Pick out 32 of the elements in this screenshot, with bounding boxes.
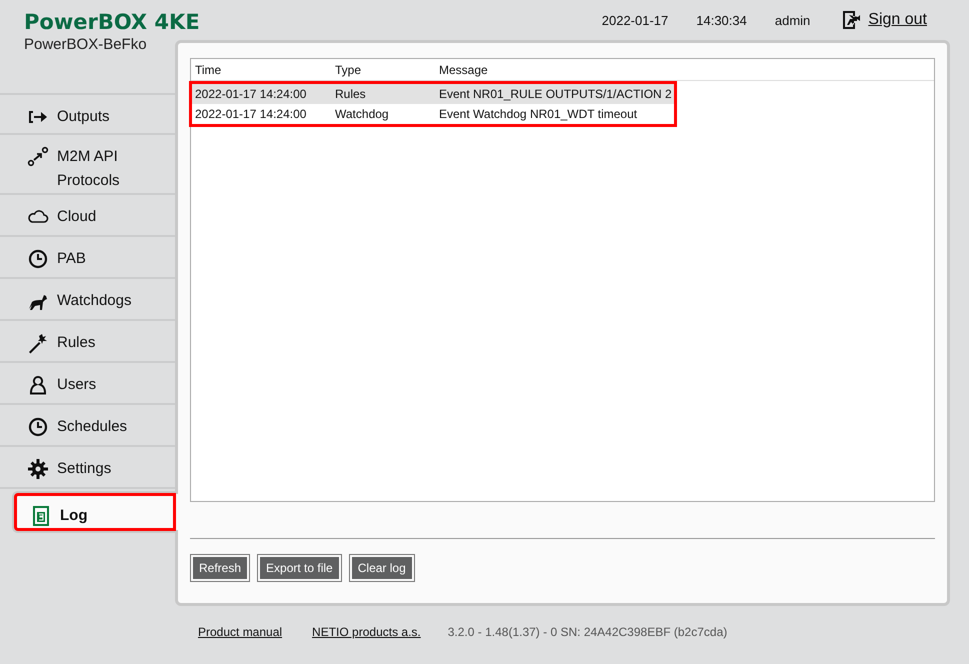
clock-icon bbox=[27, 416, 49, 438]
document-icon bbox=[30, 505, 52, 527]
clock-icon bbox=[27, 248, 49, 270]
time-cell-text: 2022-01-17 14:24:00 bbox=[194, 87, 308, 101]
type-cell-text: Rules bbox=[334, 87, 367, 101]
version-text: 3.2.0 - 1.48(1.37) - 0 SN: 24A42C398EBF (b2c7cda) bbox=[448, 625, 728, 639]
type-cell-text: Watchdog bbox=[334, 107, 390, 121]
column-header: Type bbox=[334, 62, 362, 76]
time-text: 14:30:34 bbox=[696, 12, 747, 28]
action-button[interactable]: Export to file bbox=[258, 555, 341, 581]
action-button[interactable]: Clear log bbox=[350, 555, 414, 581]
column-header: Message bbox=[438, 62, 488, 76]
device-name: PowerBOX-BeFko bbox=[24, 35, 148, 55]
log-row[interactable]: 2022-01-17 14:24:00 Rules Event NR01_RULE OUTPUTS/1/ACTION 2 bbox=[192, 84, 674, 104]
message-cell-text: Event NR01_RULE OUTPUTS/1/ACTION 2 bbox=[438, 87, 672, 101]
footer-link[interactable]: NETIO products a.s. bbox=[312, 625, 421, 639]
nav-item[interactable]: Log bbox=[12, 491, 178, 533]
footer-link[interactable]: Product manual bbox=[198, 625, 282, 639]
message-cell-text: Event Watchdog NR01_WDT timeout bbox=[438, 107, 638, 121]
magic-wand-icon bbox=[27, 332, 49, 354]
date-text: 2022-01-17 bbox=[602, 12, 668, 28]
gear-icon bbox=[27, 458, 49, 480]
sign-out-link[interactable]: Sign out bbox=[868, 11, 927, 29]
sign-out-icon bbox=[842, 11, 862, 29]
action-button[interactable]: Refresh bbox=[191, 555, 250, 581]
user-name: admin bbox=[774, 12, 810, 28]
time-cell-text: 2022-01-17 14:24:00 bbox=[194, 107, 308, 121]
user-icon bbox=[27, 374, 49, 396]
column-header: Time bbox=[194, 62, 222, 76]
log-row[interactable]: 2022-01-17 14:24:00 Watchdog Event Watchdog NR01_WDT timeout bbox=[192, 104, 674, 124]
connected-dots-icon bbox=[27, 146, 49, 168]
product-title: PowerBOX 4KE bbox=[24, 9, 200, 35]
